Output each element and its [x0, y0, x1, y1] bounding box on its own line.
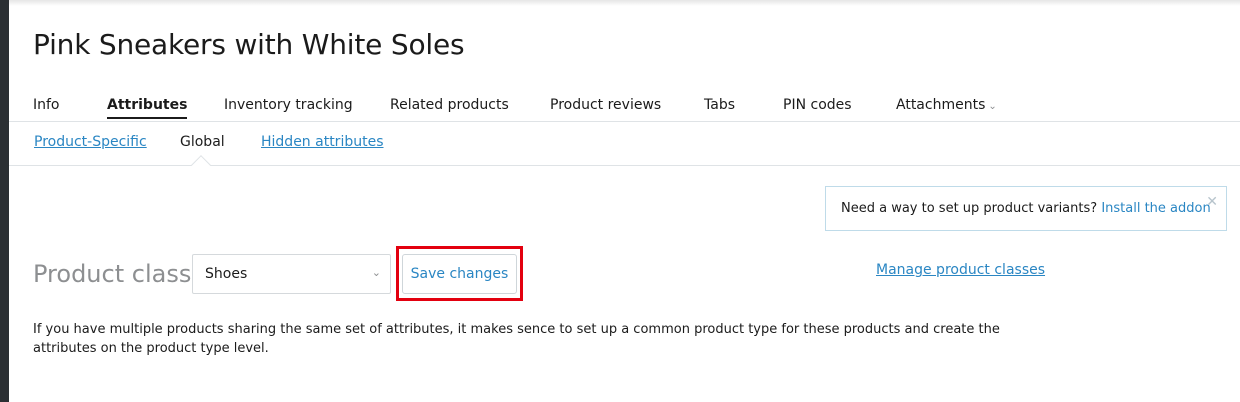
product-class-label: Product class: — [33, 260, 200, 288]
product-class-select[interactable]: Shoes ⌄ — [192, 254, 391, 294]
product-class-value: Shoes — [205, 266, 248, 282]
addon-notice: Need a way to set up product variants? I… — [825, 186, 1227, 231]
subtab-product-specific[interactable]: Product-Specific — [34, 134, 147, 150]
sidebar-edge — [0, 0, 9, 402]
install-addon-link[interactable]: Install the addon — [1101, 201, 1210, 216]
notice-message: Need a way to set up product variants? I… — [841, 201, 1211, 216]
tab-tabs[interactable]: Tabs — [704, 97, 735, 113]
chevron-down-icon: ⌄ — [371, 266, 381, 279]
tab-info[interactable]: Info — [33, 97, 60, 113]
tab-attachments[interactable]: Attachments ⌄ — [896, 97, 997, 113]
tab-attachments-label: Attachments — [896, 97, 986, 113]
notice-text: Need a way to set up product variants? — [841, 201, 1098, 216]
subtab-hidden-attributes[interactable]: Hidden attributes — [261, 134, 384, 150]
help-text: If you have multiple products sharing th… — [33, 322, 1000, 356]
tab-product-reviews[interactable]: Product reviews — [550, 97, 661, 113]
chevron-down-icon: ⌄ — [988, 101, 997, 112]
header-shadow — [9, 0, 1240, 6]
manage-product-classes-link[interactable]: Manage product classes — [876, 262, 1045, 278]
tab-attributes[interactable]: Attributes — [107, 97, 188, 119]
subtab-global[interactable]: Global — [180, 134, 225, 150]
close-icon[interactable]: ✕ — [1206, 194, 1218, 210]
tab-inventory-tracking[interactable]: Inventory tracking — [224, 97, 353, 113]
save-changes-button[interactable]: Save changes — [402, 254, 517, 294]
tab-related-products[interactable]: Related products — [390, 97, 509, 113]
tab-pin-codes[interactable]: PIN codes — [783, 97, 852, 113]
page-title: Pink Sneakers with White Soles — [33, 28, 465, 61]
